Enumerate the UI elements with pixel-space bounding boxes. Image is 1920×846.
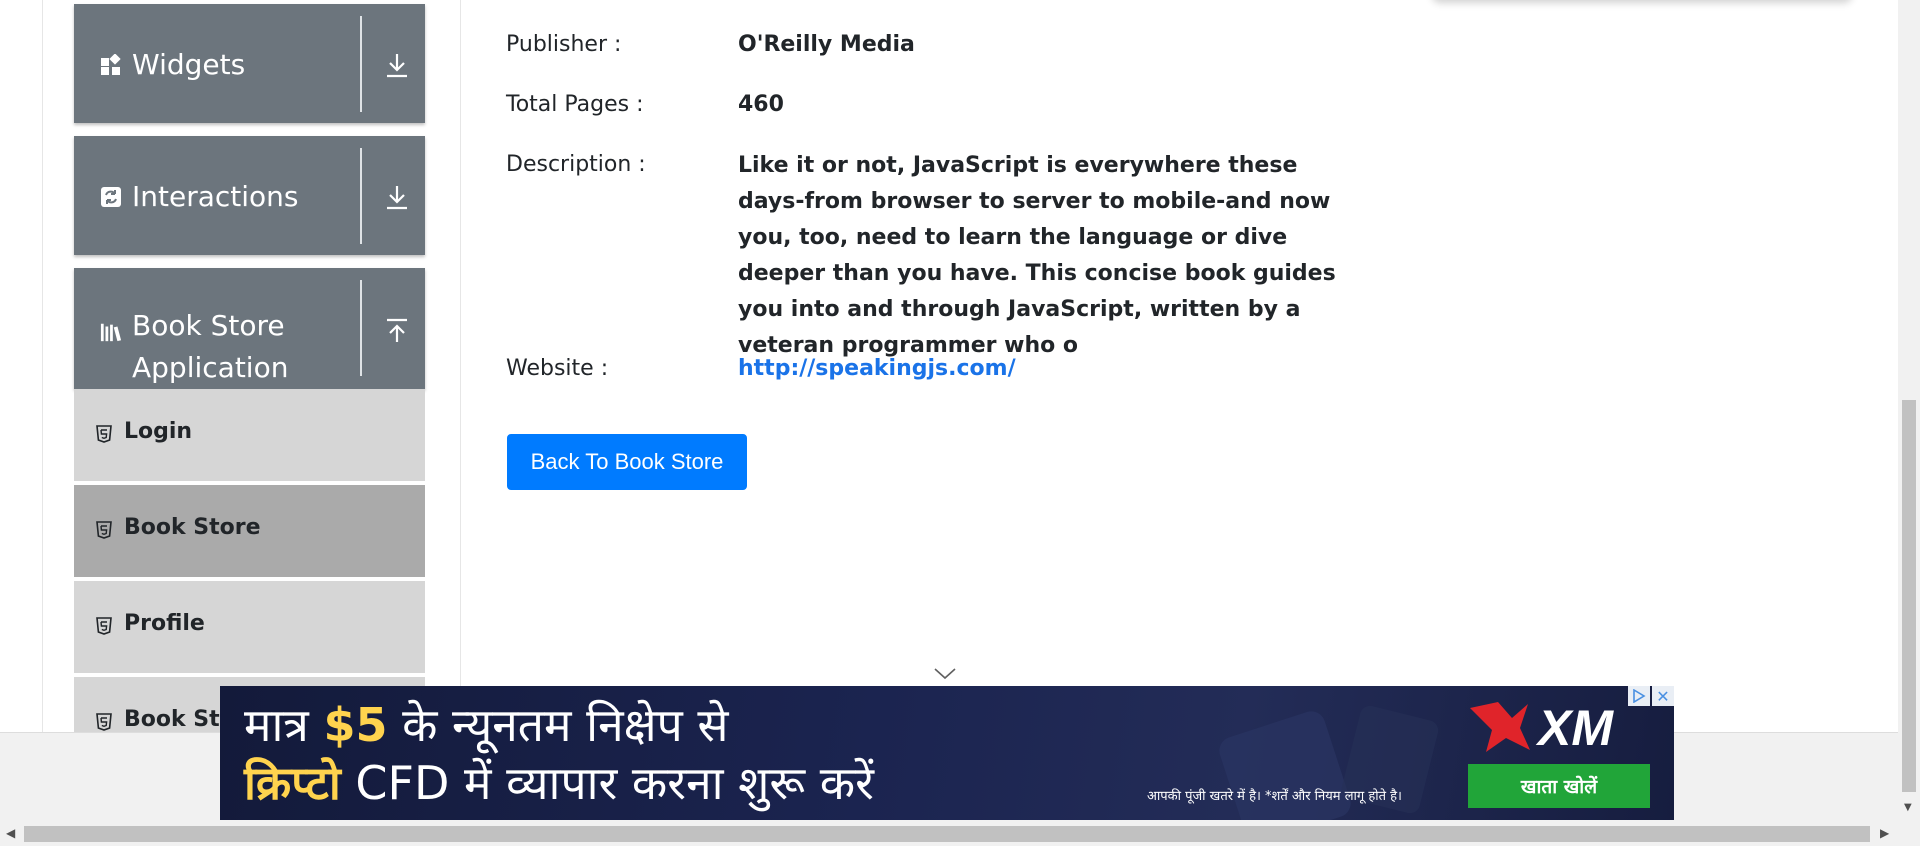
ad-disclaimer: आपकी पूंजी खतरे में है। *शर्तें और नियम … — [1147, 789, 1402, 804]
ad-amount: $5 — [323, 698, 388, 752]
ad-headline-line1: मात्र $5 के न्यूनतम निक्षेप से — [244, 696, 728, 754]
upload-arrow-icon[interactable] — [380, 314, 414, 348]
pages-label: Total Pages : — [506, 92, 644, 117]
back-to-book-store-button[interactable]: Back To Book Store — [507, 434, 747, 490]
sidebar-group-book-store-application[interactable]: Book Store Application — [74, 268, 425, 389]
download-arrow-icon[interactable] — [380, 180, 414, 214]
group-separator — [360, 16, 362, 112]
sidebar-group-label-line1: Book Store — [132, 309, 285, 342]
html5-icon — [96, 425, 112, 443]
publisher-label: Publisher : — [506, 32, 622, 57]
sidebar-item-label: Profile — [124, 611, 205, 636]
scroll-right-arrow-icon[interactable]: ▶ — [1880, 826, 1889, 840]
sidebar-group-interactions[interactable]: Interactions — [74, 136, 425, 255]
group-separator — [360, 280, 362, 376]
group-separator — [360, 148, 362, 244]
sidebar-group-label: Interactions — [132, 180, 299, 213]
ad-banner[interactable]: मात्र $5 के न्यूनतम निक्षेप से क्रिप्टो … — [220, 686, 1674, 820]
page: Widgets Interactions Book Store Applicat… — [0, 0, 1898, 822]
publisher-value: O'Reilly Media — [738, 32, 915, 57]
ad-headline-line2: क्रिप्टो CFD में व्यापार करना शुरू करें — [244, 754, 874, 812]
ad-text: CFD में व्यापार करना शुरू करें — [340, 756, 874, 810]
description-label: Description : — [506, 152, 646, 177]
left-border-line — [42, 0, 43, 732]
ad-close-icon[interactable]: ✕ — [1652, 686, 1674, 706]
ad-open-account-button[interactable]: खाता खोलें — [1468, 764, 1650, 808]
chevron-down-icon[interactable] — [934, 668, 956, 680]
vertical-scrollbar[interactable]: ▼ — [1898, 0, 1920, 822]
scroll-left-arrow-icon[interactable]: ◀ — [6, 826, 15, 840]
adchoices-icon[interactable] — [1628, 686, 1650, 706]
horizontal-scroll-thumb[interactable] — [24, 826, 1870, 842]
scroll-down-arrow-icon[interactable]: ▼ — [1904, 802, 1912, 813]
sidebar-item-book-store[interactable]: Book Store — [74, 485, 425, 579]
download-arrow-icon[interactable] — [380, 48, 414, 82]
sidebar-group-label-line2: Application — [132, 351, 289, 384]
interactions-icon — [100, 186, 122, 208]
sidebar-item-label: Login — [124, 419, 193, 444]
ad-crypto-word: क्रिप्टो — [244, 756, 341, 810]
pages-value: 460 — [738, 92, 784, 117]
html5-icon — [96, 617, 112, 635]
sidebar-item-login[interactable]: Login — [74, 389, 425, 483]
books-icon — [100, 321, 122, 343]
horizontal-scrollbar[interactable]: ◀ ▶ — [0, 822, 1920, 846]
ad-text: के न्यूनतम निक्षेप से — [387, 698, 729, 752]
sidebar-group-label: Widgets — [132, 48, 246, 81]
ad-brand: XM — [1535, 700, 1614, 756]
website-link[interactable]: http://speakingjs.com/ — [738, 356, 1016, 381]
widgets-icon — [100, 54, 122, 76]
website-label: Website : — [506, 356, 609, 381]
description-value: Like it or not, JavaScript is everywhere… — [738, 153, 1336, 358]
xm-logo: XM — [1470, 700, 1614, 756]
html5-icon — [96, 713, 112, 731]
vertical-scroll-thumb[interactable] — [1902, 400, 1916, 792]
sidebar-item-label: Book Store — [124, 515, 261, 540]
sidebar-divider — [460, 0, 461, 732]
sidebar-item-profile[interactable]: Profile — [74, 581, 425, 675]
html5-icon — [96, 521, 112, 539]
sidebar-group-widgets[interactable]: Widgets — [74, 4, 425, 123]
ad-text: मात्र — [244, 698, 324, 752]
